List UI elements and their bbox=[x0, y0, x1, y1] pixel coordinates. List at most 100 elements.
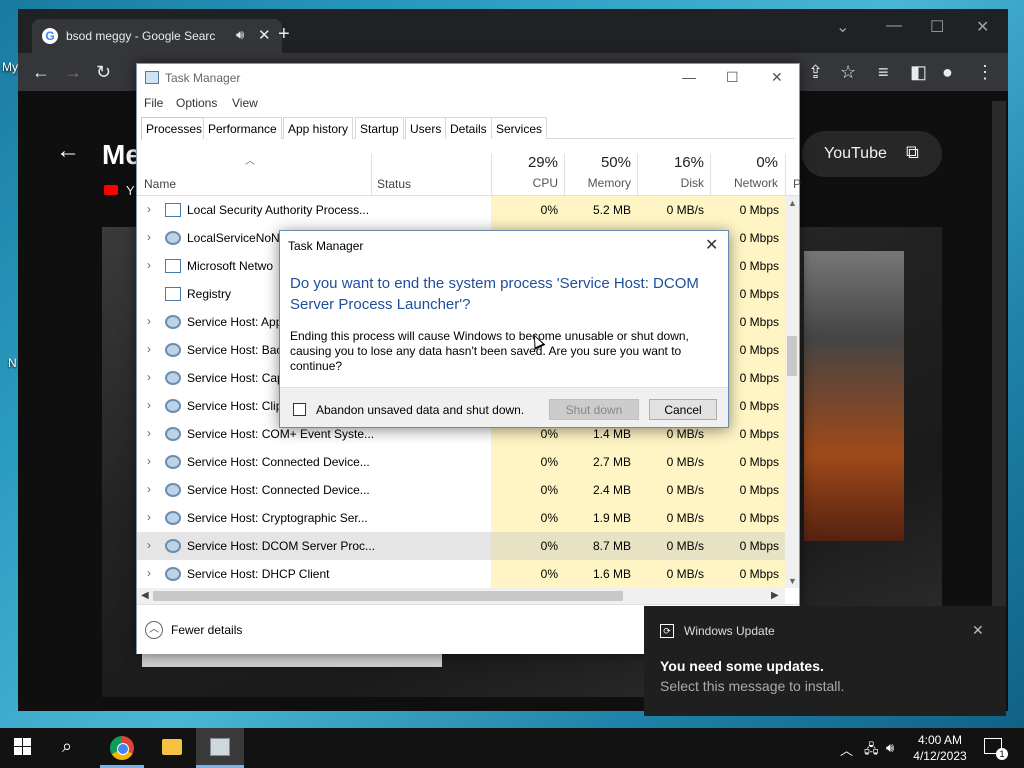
cpu-total-percent: 29% bbox=[527, 154, 558, 171]
tab-search-icon[interactable]: ⌄ bbox=[836, 17, 849, 37]
video-screen-area bbox=[804, 251, 904, 541]
expand-chevron-icon[interactable]: › bbox=[147, 398, 151, 412]
tab-services[interactable]: Services bbox=[491, 117, 548, 139]
column-cpu[interactable]: 29% CPU bbox=[491, 154, 558, 190]
tab-close-icon[interactable]: ✕ bbox=[258, 26, 271, 44]
scrollbar-thumb[interactable] bbox=[153, 591, 623, 601]
abandon-data-checkbox[interactable] bbox=[293, 403, 306, 416]
column-status[interactable]: Status bbox=[377, 177, 411, 191]
expand-chevron-icon[interactable]: › bbox=[147, 510, 151, 524]
windows-start-icon[interactable] bbox=[14, 738, 32, 756]
new-tab-button[interactable]: + bbox=[278, 23, 290, 46]
expand-chevron-icon[interactable]: › bbox=[147, 230, 151, 244]
bookmark-star-icon[interactable]: ☆ bbox=[840, 62, 856, 83]
process-row[interactable]: › Service Host: Connected Device... 0% 2.4 … bbox=[137, 476, 785, 504]
process-row[interactable]: › Service Host: DHCP Client 0% 1.6 MB 0 MB/s… bbox=[137, 560, 785, 588]
close-icon[interactable]: ✕ bbox=[972, 622, 984, 639]
tab-app-history[interactable]: App history bbox=[283, 117, 354, 139]
forward-icon[interactable]: → bbox=[64, 62, 82, 83]
process-name: Service Host: Cap bbox=[187, 371, 284, 385]
menu-options[interactable]: Options bbox=[176, 96, 217, 110]
speaker-icon[interactable]: 🔊︎ bbox=[236, 27, 244, 43]
tab-startup[interactable]: Startup bbox=[355, 117, 404, 139]
process-row[interactable]: › Service Host: DCOM Server Proc... 0% 8.7 … bbox=[137, 532, 785, 560]
process-list-vertical-scrollbar[interactable]: ▲ ▼ bbox=[785, 196, 799, 588]
column-power[interactable]: P bbox=[793, 177, 801, 191]
column-disk[interactable]: 16% Disk bbox=[637, 154, 704, 190]
service-gear-icon bbox=[165, 343, 181, 357]
expand-chevron-icon[interactable]: › bbox=[147, 454, 151, 468]
media-control-icon[interactable]: ≡ bbox=[878, 62, 889, 83]
maximize-icon[interactable]: ☐ bbox=[930, 17, 944, 37]
expand-chevron-icon[interactable]: › bbox=[147, 314, 151, 328]
expand-chevron-icon[interactable]: › bbox=[147, 538, 151, 552]
youtube-button[interactable]: YouTube ⧉ bbox=[802, 131, 942, 177]
tab-performance[interactable]: Performance bbox=[203, 117, 282, 139]
process-row[interactable]: › Service Host: Cryptographic Ser... 0% 1.9… bbox=[137, 504, 785, 532]
shutdown-button[interactable]: Shut down bbox=[549, 399, 639, 420]
expand-chevron-icon[interactable]: › bbox=[147, 566, 151, 580]
task-manager-titlebar[interactable]: Task Manager — ☐ ✕ bbox=[137, 64, 799, 92]
taskbar-task-manager[interactable] bbox=[196, 728, 244, 768]
column-network[interactable]: 0% Network bbox=[710, 154, 778, 190]
profile-icon[interactable]: ● bbox=[942, 62, 953, 83]
chevron-up-icon[interactable]: ︿ bbox=[145, 621, 163, 639]
desktop-icon-label[interactable]: My bbox=[2, 60, 18, 74]
scroll-right-icon[interactable]: ▶ bbox=[771, 590, 779, 601]
show-hidden-icons-icon[interactable]: ︿ bbox=[840, 740, 853, 759]
close-icon[interactable]: ✕ bbox=[976, 17, 989, 37]
scroll-down-icon[interactable]: ▼ bbox=[788, 576, 797, 586]
expand-chevron-icon[interactable]: › bbox=[147, 258, 151, 272]
process-network: 0 Mbps bbox=[710, 504, 785, 532]
process-row[interactable]: › Service Host: Connected Device... 0% 2.7 … bbox=[137, 448, 785, 476]
menu-file[interactable]: File bbox=[144, 96, 163, 110]
maximize-icon[interactable]: ☐ bbox=[726, 69, 739, 86]
scroll-left-icon[interactable]: ◀ bbox=[141, 590, 149, 601]
process-list-horizontal-scrollbar[interactable]: ◀ ▶ bbox=[137, 588, 785, 604]
disk-label: Disk bbox=[680, 176, 704, 190]
close-icon[interactable]: ✕ bbox=[705, 235, 718, 255]
side-panel-icon[interactable]: ◧ bbox=[910, 62, 927, 83]
file-explorer-icon[interactable] bbox=[162, 739, 182, 755]
fewer-details-link[interactable]: Fewer details bbox=[171, 623, 242, 637]
column-name[interactable]: Name bbox=[144, 177, 176, 191]
menu-view[interactable]: View bbox=[232, 96, 258, 110]
tab-processes[interactable]: Processes bbox=[141, 117, 208, 140]
task-manager-icon bbox=[210, 738, 230, 756]
process-disk: 0 MB/s bbox=[637, 560, 710, 588]
system-clock[interactable]: 4:00 AM 4/12/2023 bbox=[910, 732, 970, 764]
scroll-up-icon[interactable]: ▲ bbox=[788, 198, 797, 208]
scrollbar-thumb[interactable] bbox=[787, 336, 797, 376]
menu-icon[interactable]: ⋮ bbox=[976, 62, 994, 83]
minimize-icon[interactable]: — bbox=[886, 17, 902, 35]
column-memory[interactable]: 50% Memory bbox=[564, 154, 631, 190]
windows-update-notification[interactable]: ⟳ Windows Update ✕ You need some updates… bbox=[644, 606, 1006, 716]
process-row[interactable]: › Local Security Authority Process... 0% 5.… bbox=[137, 196, 785, 224]
expand-chevron-icon[interactable]: › bbox=[147, 482, 151, 496]
close-icon[interactable]: ✕ bbox=[771, 69, 783, 86]
expand-chevron-icon[interactable]: › bbox=[147, 426, 151, 440]
expand-chevron-icon[interactable]: › bbox=[147, 202, 151, 216]
volume-icon[interactable]: 🔊︎ bbox=[886, 740, 894, 756]
back-icon[interactable]: ← bbox=[32, 62, 50, 83]
minimize-icon[interactable]: — bbox=[682, 69, 696, 85]
desktop-icon-label[interactable]: N bbox=[8, 356, 17, 370]
windows-update-icon: ⟳ bbox=[660, 624, 674, 638]
column-divider bbox=[785, 154, 786, 196]
expand-chevron-icon[interactable]: › bbox=[147, 370, 151, 384]
yt-back-icon[interactable]: ← bbox=[56, 137, 80, 165]
abandon-data-label[interactable]: Abandon unsaved data and shut down. bbox=[316, 403, 524, 417]
share-icon[interactable]: ⇪ bbox=[808, 62, 823, 83]
search-icon[interactable]: ⌕ bbox=[62, 736, 72, 757]
process-cpu: 0% bbox=[491, 532, 564, 560]
process-name: Registry bbox=[187, 287, 232, 301]
cancel-button[interactable]: Cancel bbox=[649, 399, 717, 420]
tab-users[interactable]: Users bbox=[405, 117, 447, 139]
network-icon[interactable]: 🖧︎ bbox=[864, 740, 879, 762]
service-gear-icon bbox=[165, 455, 181, 469]
expand-chevron-icon[interactable]: › bbox=[147, 342, 151, 356]
chrome-icon[interactable] bbox=[110, 736, 134, 760]
browser-tab[interactable]: G bsod meggy - Google Search 🔊︎ ✕ bbox=[32, 19, 282, 53]
reload-icon[interactable]: ↻ bbox=[96, 62, 111, 83]
tab-details[interactable]: Details bbox=[445, 117, 492, 139]
